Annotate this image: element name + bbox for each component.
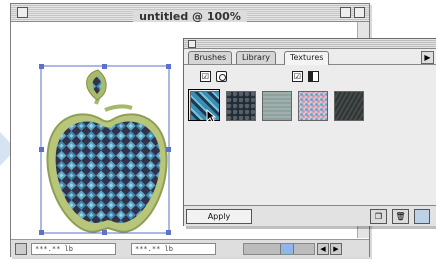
sphere-icon[interactable] — [216, 71, 227, 82]
texture-swatch-dark-grain[interactable] — [334, 91, 364, 121]
half-fill-icon[interactable] — [308, 71, 319, 82]
panel-title-bar[interactable] — [184, 39, 436, 49]
collapse-box-icon[interactable] — [354, 7, 365, 18]
scroll-thumb[interactable] — [280, 244, 294, 254]
tab-brushes[interactable]: Brushes — [188, 51, 233, 64]
texture-swatch-dark-stone[interactable] — [226, 91, 256, 121]
option-checkbox-left[interactable]: ☑ — [200, 71, 211, 82]
panel-footer: Apply ❐ 🗑 — [184, 205, 436, 226]
status-field-2[interactable]: ***.** lb — [131, 243, 216, 255]
panel-tabs: Brushes Library Textures ▶ — [184, 49, 436, 65]
trash-icon[interactable]: 🗑 — [392, 209, 409, 224]
horizontal-scrollbar[interactable] — [243, 243, 315, 255]
apply-button[interactable]: Apply — [186, 209, 252, 224]
status-box-icon[interactable] — [15, 243, 27, 255]
status-bar: ***.** lb ***.** lb ◀ ▶ — [11, 239, 369, 257]
panel-resize-icon[interactable] — [414, 209, 430, 224]
new-page-icon[interactable]: ❐ — [370, 209, 387, 224]
status-field-1[interactable]: ***.** lb — [31, 243, 116, 255]
texture-swatch-gray-fabric[interactable] — [262, 91, 292, 121]
tab-library[interactable]: Library — [236, 51, 276, 64]
option-checkbox-right[interactable]: ☑ — [292, 71, 303, 82]
document-title-bar[interactable]: untitled @ 100% — [11, 4, 369, 23]
zoom-box-icon[interactable] — [340, 7, 351, 18]
scroll-right-arrow-icon[interactable]: ▶ — [330, 243, 342, 255]
texture-swatch-pink-blue-speckle[interactable] — [298, 91, 328, 121]
panel-menu-arrow-icon[interactable]: ▶ — [421, 51, 434, 64]
arrow-cursor-icon — [206, 109, 216, 123]
panel-close-box-icon[interactable] — [188, 40, 196, 48]
textures-panel: Brushes Library Textures ▶ ☑ ☑ Apply ❐ 🗑 — [183, 38, 436, 226]
scroll-left-arrow-icon[interactable]: ◀ — [317, 243, 329, 255]
tab-textures[interactable]: Textures — [284, 51, 330, 65]
